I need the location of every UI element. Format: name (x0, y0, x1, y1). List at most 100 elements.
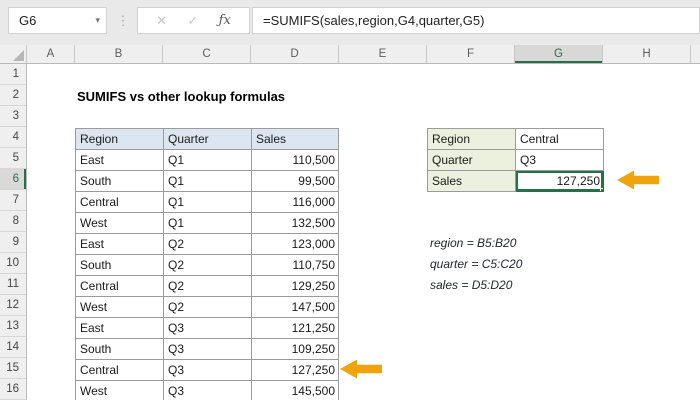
main-table-cell[interactable]: Central (76, 192, 164, 213)
main-table-header-cell[interactable]: Sales (252, 129, 339, 150)
formula-bar-buttons: ✕ ✓ ƒx (137, 7, 250, 34)
main-table-cell[interactable]: Q3 (164, 381, 252, 400)
column-header-h[interactable]: H (603, 45, 691, 63)
table-row: CentralQ3127,250 (76, 360, 339, 381)
main-table-cell[interactable]: South (76, 339, 164, 360)
row-header-1[interactable]: 1 (0, 64, 26, 85)
select-all-button[interactable] (0, 45, 27, 63)
active-cell-g6[interactable]: 127,250 (516, 171, 604, 192)
column-header-d[interactable]: D (251, 45, 339, 63)
main-table-cell[interactable]: East (76, 150, 164, 171)
lookup-label-cell[interactable]: Region (428, 129, 516, 150)
main-table-cell[interactable]: West (76, 381, 164, 400)
insert-function-icon[interactable]: ƒx (219, 13, 231, 28)
main-table-cell[interactable]: Q2 (164, 297, 252, 318)
main-table-cell[interactable]: South (76, 255, 164, 276)
main-table-cell[interactable]: East (76, 318, 164, 339)
table-row: EastQ2123,000 (76, 234, 339, 255)
main-table-cell[interactable]: Central (76, 276, 164, 297)
main-table-cell[interactable]: 110,750 (252, 255, 339, 276)
column-header-a[interactable]: A (27, 45, 75, 63)
lookup-row: QuarterQ3 (428, 150, 604, 171)
main-table-cell[interactable]: 127,250 (252, 360, 339, 381)
formula-input[interactable]: =SUMIFS(sales,region,G4,quarter,G5) (252, 7, 700, 34)
main-table-header-cell[interactable]: Quarter (164, 129, 252, 150)
row-header-16[interactable]: 16 (0, 379, 26, 400)
table-row: EastQ3121,250 (76, 318, 339, 339)
select-all-triangle-icon (13, 50, 24, 61)
fill-handle[interactable] (600, 188, 604, 192)
table-row: SouthQ199,500 (76, 171, 339, 192)
named-range-note[interactable]: region = B5:B20 (430, 233, 516, 254)
main-table-cell[interactable]: 109,250 (252, 339, 339, 360)
row-header-4[interactable]: 4 (0, 127, 26, 148)
main-table-cell[interactable]: Q1 (164, 171, 252, 192)
enter-icon[interactable]: ✓ (187, 13, 198, 29)
column-header-e[interactable]: E (339, 45, 427, 63)
lookup-table: RegionCentralQuarterQ3Sales127,250 (427, 128, 604, 192)
lookup-value-cell[interactable]: Central (516, 129, 604, 150)
resize-dots-icon: ⋮ (117, 7, 129, 34)
main-table-cell[interactable]: 145,500 (252, 381, 339, 400)
column-header-b[interactable]: B (75, 45, 163, 63)
sheet-canvas: SUMIFS vs other lookup formulas RegionQu… (27, 64, 700, 400)
main-table-cell[interactable]: 147,500 (252, 297, 339, 318)
table-row: CentralQ2129,250 (76, 276, 339, 297)
main-table-header-cell[interactable]: Region (76, 129, 164, 150)
main-table-cell[interactable]: Q3 (164, 360, 252, 381)
row-header-7[interactable]: 7 (0, 190, 26, 211)
main-table-cell[interactable]: Q1 (164, 213, 252, 234)
chevron-down-icon[interactable]: ▾ (95, 15, 100, 26)
column-header-c[interactable]: C (163, 45, 251, 63)
table-row: CentralQ1116,000 (76, 192, 339, 213)
row-header-15[interactable]: 15 (0, 358, 26, 379)
main-table-cell[interactable]: 123,000 (252, 234, 339, 255)
main-table-cell[interactable]: 121,250 (252, 318, 339, 339)
main-table-cell[interactable]: 116,000 (252, 192, 339, 213)
row-header-9[interactable]: 9 (0, 232, 26, 253)
row-header-13[interactable]: 13 (0, 316, 26, 337)
row-header-12[interactable]: 12 (0, 295, 26, 316)
column-header-g[interactable]: G (515, 45, 603, 63)
main-table-cell[interactable]: West (76, 297, 164, 318)
lookup-label-cell[interactable]: Quarter (428, 150, 516, 171)
main-table-cell[interactable]: Q1 (164, 192, 252, 213)
main-table-cell[interactable]: Q2 (164, 276, 252, 297)
main-table-cell[interactable]: South (76, 171, 164, 192)
main-table-cell[interactable]: Q2 (164, 255, 252, 276)
main-table-cell[interactable]: Q3 (164, 318, 252, 339)
name-box-value: G6 (19, 13, 36, 28)
main-table-cell[interactable]: 99,500 (252, 171, 339, 192)
main-table-cell[interactable]: 129,250 (252, 276, 339, 297)
table-row: WestQ1132,500 (76, 213, 339, 234)
table-row: EastQ1110,500 (76, 150, 339, 171)
main-table-cell[interactable]: Central (76, 360, 164, 381)
result-arrow-icon (617, 169, 659, 191)
main-table-cell[interactable]: Q3 (164, 339, 252, 360)
name-box[interactable]: G6 ▾ (8, 7, 107, 34)
row-header-2[interactable]: 2 (0, 85, 26, 106)
lookup-value-cell[interactable]: Q3 (516, 150, 604, 171)
row-header-3[interactable]: 3 (0, 106, 26, 127)
sheet-title-cell[interactable]: SUMIFS vs other lookup formulas (77, 86, 285, 107)
named-range-note[interactable]: quarter = C5:C20 (430, 254, 522, 275)
row-header-5[interactable]: 5 (0, 148, 26, 169)
cancel-icon[interactable]: ✕ (156, 13, 167, 29)
lookup-row: Sales127,250 (428, 171, 604, 192)
column-header-row: ABCDEFGH (0, 45, 700, 64)
column-header-f[interactable]: F (427, 45, 515, 63)
main-table-cell[interactable]: 132,500 (252, 213, 339, 234)
lookup-label-cell[interactable]: Sales (428, 171, 516, 192)
row-header-14[interactable]: 14 (0, 337, 26, 358)
named-range-note[interactable]: sales = D5:D20 (430, 275, 512, 296)
main-table-cell[interactable]: 110,500 (252, 150, 339, 171)
table-row: WestQ3145,500 (76, 381, 339, 400)
row-header-8[interactable]: 8 (0, 211, 26, 232)
row-header-11[interactable]: 11 (0, 274, 26, 295)
row-header-6[interactable]: 6 (0, 169, 26, 190)
main-table-cell[interactable]: Q2 (164, 234, 252, 255)
main-table-cell[interactable]: West (76, 213, 164, 234)
row-header-10[interactable]: 10 (0, 253, 26, 274)
main-table-cell[interactable]: East (76, 234, 164, 255)
main-table-cell[interactable]: Q1 (164, 150, 252, 171)
